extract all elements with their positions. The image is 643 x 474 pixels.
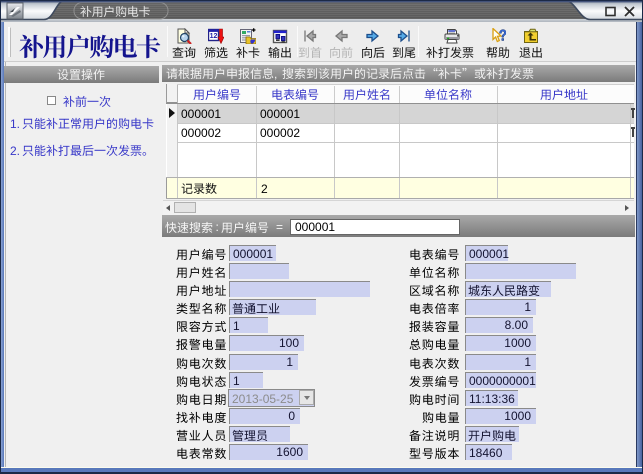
svg-text:12: 12 <box>210 33 218 40</box>
